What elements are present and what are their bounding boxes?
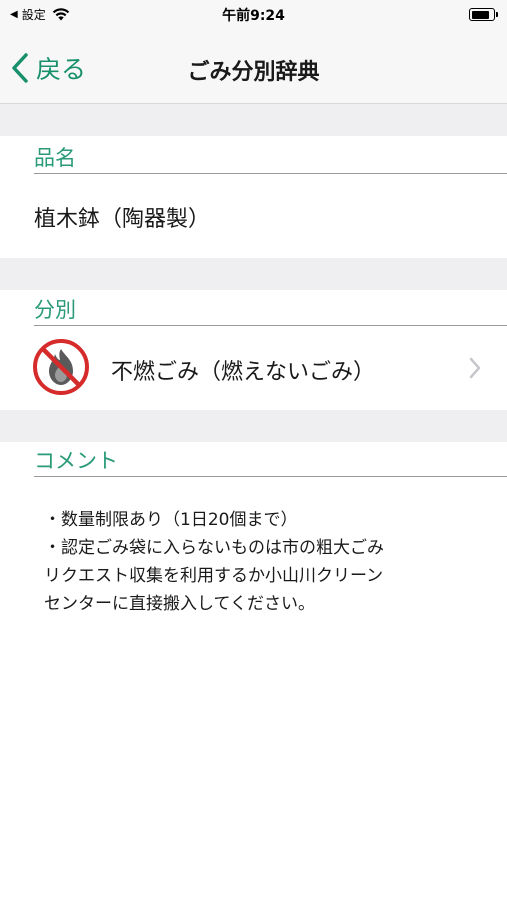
battery-icon [469,8,498,21]
navigation-bar: 戻る ごみ分別辞典 [0,30,507,104]
battery-fill [471,10,489,19]
item-name-header: 品名 [34,138,507,174]
comment-line: リクエスト収集を利用するか小山川クリーン [44,566,384,586]
section-separator [0,258,507,290]
comment-line: ・認定ごみ袋に入らないものは市の粗大ごみ [44,538,384,558]
status-bar: ◀ 設定 午前9:24 [0,0,507,30]
no-burn-icon [33,339,89,395]
category-row[interactable]: 不燃ごみ（燃えないごみ） [0,326,507,410]
status-time: 午前9:24 [222,8,285,24]
comment-text: ・数量制限あり（1日20個まで） ・認定ごみ袋に入らないものは市の粗大ごみ リク… [44,506,484,618]
comment-header: コメント [34,441,507,477]
section-separator [0,410,507,442]
page-title: ごみ分別辞典 [187,60,320,85]
category-label: 不燃ごみ（燃えないごみ） [111,360,376,385]
comment-line: センターに直接搬入してください。 [44,594,315,614]
chevron-right-icon [469,357,481,379]
item-name-value: 植木鉢（陶器製） [34,207,211,232]
section-separator [0,104,507,136]
comment-line: ・数量制限あり（1日20個まで） [44,510,298,530]
category-header: 分別 [34,290,507,326]
